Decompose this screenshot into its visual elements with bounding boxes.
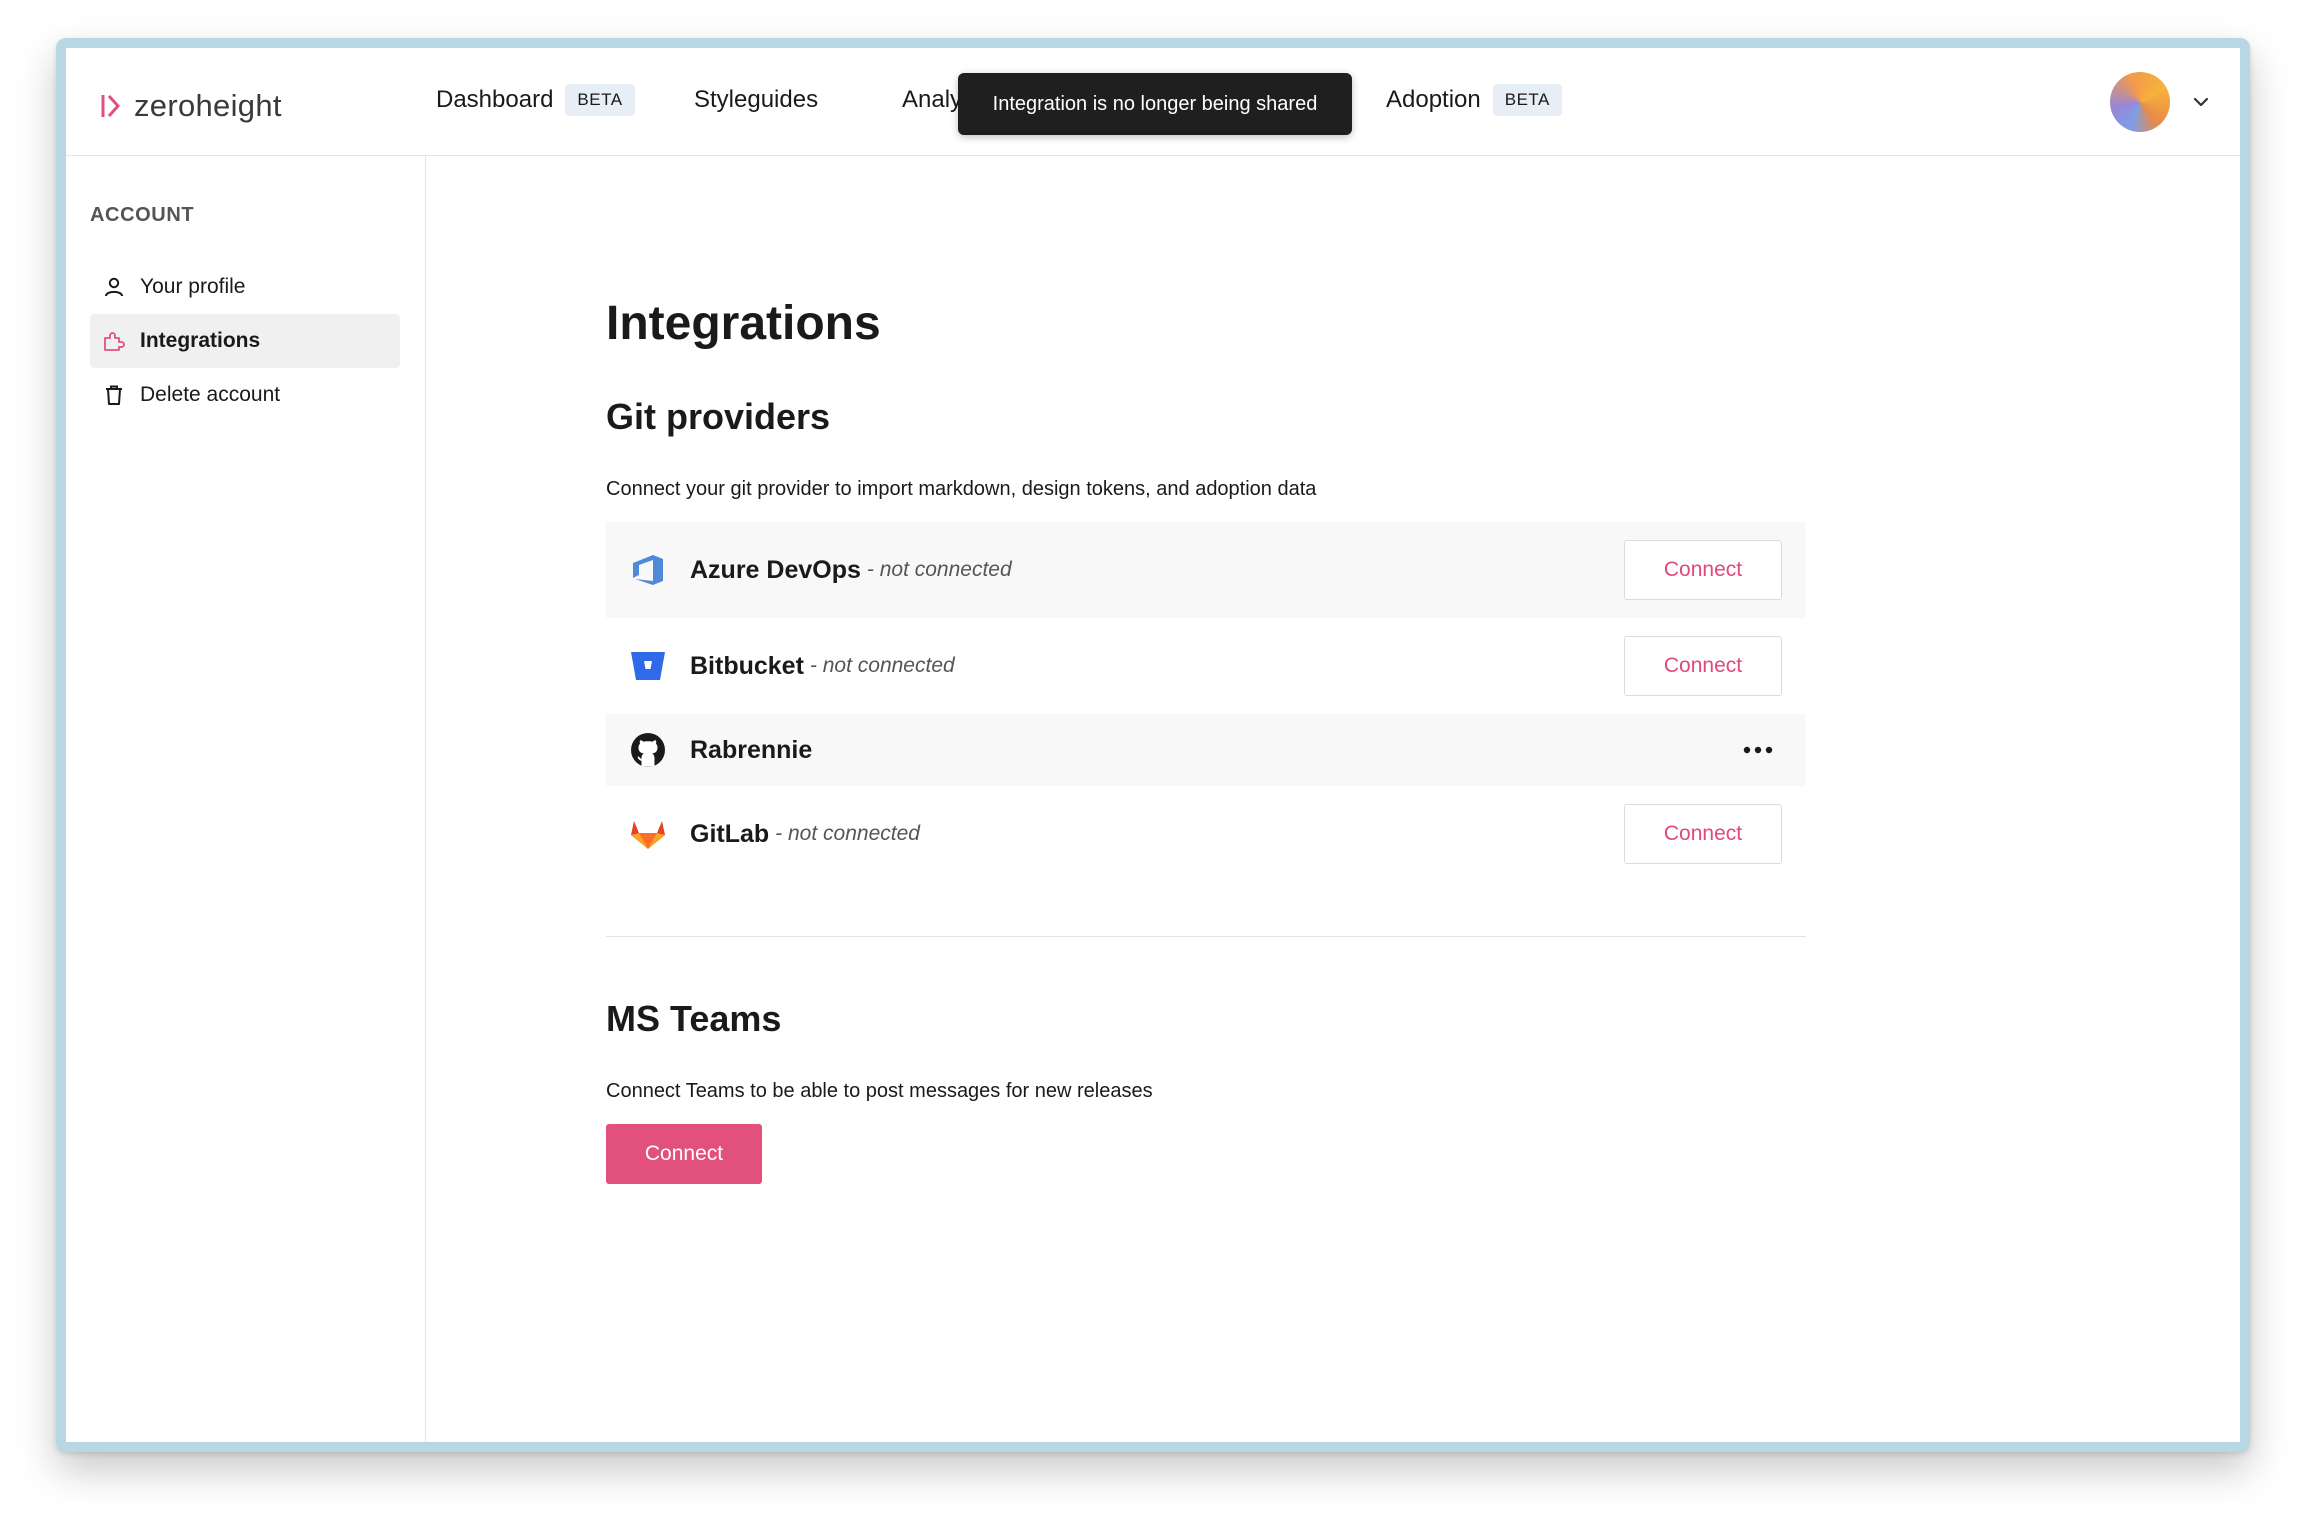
ms-teams-description: Connect Teams to be able to post message… <box>606 1080 1153 1102</box>
provider-row-github: Rabrennie <box>606 714 1806 786</box>
sidebar-item-your-profile[interactable]: Your profile <box>90 260 400 314</box>
nav-adoption[interactable]: Adoption BETA <box>1386 82 1562 118</box>
github-icon <box>628 730 668 770</box>
git-providers-title: Git providers <box>606 396 831 437</box>
more-horizontal-icon <box>1743 746 1773 754</box>
toast-message: Integration is no longer being shared <box>992 92 1318 115</box>
provider-row-bitbucket: Bitbucket - not connected Connect <box>606 618 1806 714</box>
avatar[interactable] <box>2110 72 2170 132</box>
page-title: Integrations <box>606 297 881 350</box>
sidebar-heading: ACCOUNT <box>90 204 195 226</box>
provider-status: - not connected <box>809 654 955 677</box>
connect-button[interactable]: Connect <box>1624 636 1782 696</box>
logo[interactable]: zeroheight <box>100 88 282 124</box>
nav-dashboard[interactable]: Dashboard BETA <box>436 82 635 118</box>
nav-adoption-label: Adoption <box>1386 86 1481 113</box>
ms-teams-title: MS Teams <box>606 998 782 1039</box>
connect-button[interactable]: Connect <box>1624 540 1782 600</box>
ms-teams-connect-button[interactable]: Connect <box>606 1124 762 1184</box>
connect-button[interactable]: Connect <box>1624 804 1782 864</box>
git-providers-description: Connect your git provider to import mark… <box>606 478 1317 500</box>
gitlab-icon <box>628 814 668 854</box>
provider-row-gitlab: GitLab - not connected Connect <box>606 786 1806 882</box>
nav-dashboard-label: Dashboard <box>436 86 554 113</box>
sidebar: ACCOUNT Your profile Integrations Delete… <box>66 156 426 1442</box>
logo-icon <box>101 94 121 118</box>
sidebar-item-label: Your profile <box>140 275 246 298</box>
sidebar-item-label: Integrations <box>140 329 261 352</box>
section-divider <box>606 936 1806 937</box>
beta-badge: BETA <box>565 84 635 116</box>
app-content: zeroheight Dashboard BETA Styleguides An… <box>66 48 2240 1442</box>
provider-row-azure-devops: Azure DevOps - not connected Connect <box>606 522 1806 618</box>
bitbucket-icon <box>628 646 668 686</box>
provider-status: - not connected <box>866 558 1012 581</box>
provider-name: Rabrennie <box>690 735 813 764</box>
beta-badge: BETA <box>1492 84 1562 116</box>
top-navigation: zeroheight Dashboard BETA Styleguides An… <box>66 48 2240 156</box>
app-window: zeroheight Dashboard BETA Styleguides An… <box>56 38 2250 1452</box>
chevron-down-icon[interactable] <box>2190 92 2212 112</box>
sidebar-item-integrations[interactable]: Integrations <box>90 314 400 368</box>
provider-name: Bitbucket <box>690 651 804 680</box>
provider-name: Azure DevOps <box>690 555 861 584</box>
provider-name: GitLab <box>690 819 770 848</box>
main-content: Integrations Git providers Connect your … <box>426 156 2240 1442</box>
azure-devops-icon <box>628 550 668 590</box>
puzzle-icon <box>102 329 126 353</box>
more-options-button[interactable] <box>1738 730 1778 770</box>
provider-status: - not connected <box>775 822 920 845</box>
toast-notification: Integration is no longer being shared <box>958 73 1352 135</box>
sidebar-item-label: Delete account <box>140 383 281 406</box>
sidebar-item-delete-account[interactable]: Delete account <box>90 368 400 422</box>
nav-styleguides-label: Styleguides <box>694 86 819 113</box>
logo-text: zeroheight <box>134 88 282 123</box>
user-icon <box>102 275 126 299</box>
nav-styleguides[interactable]: Styleguides <box>694 82 818 118</box>
trash-icon <box>102 383 126 407</box>
